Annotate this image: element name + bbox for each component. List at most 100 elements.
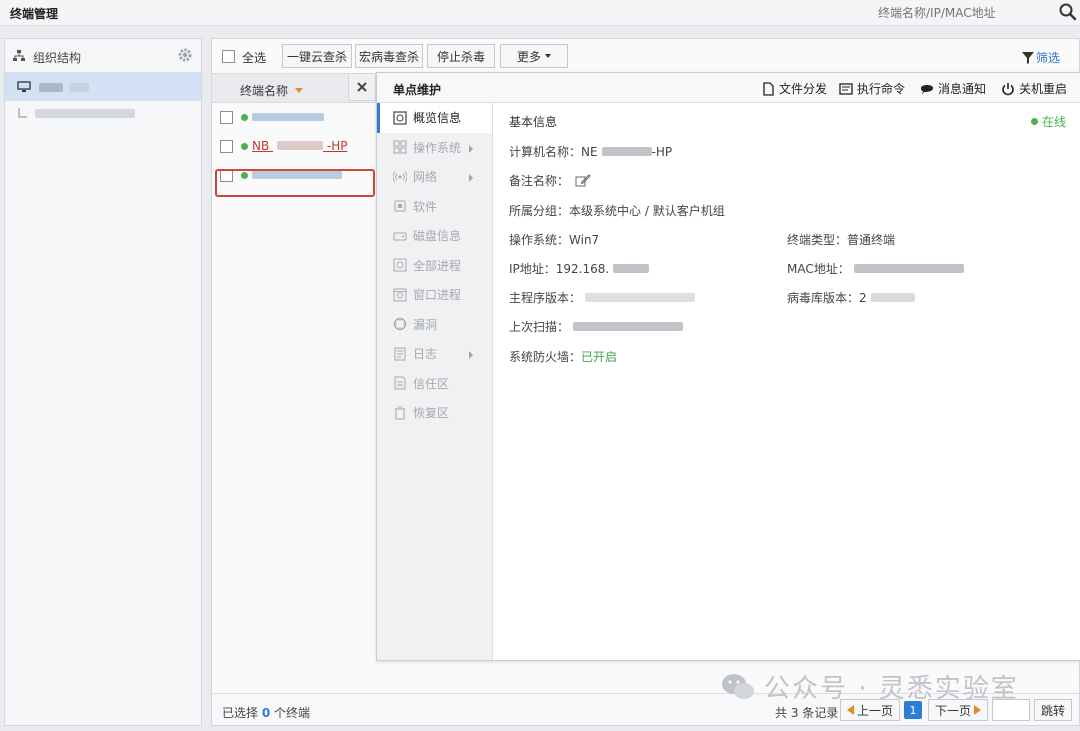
shutdown-restart-label: 关机重启	[1019, 82, 1068, 96]
macro-virus-scan-button[interactable]: 宏病毒查杀	[355, 44, 423, 68]
column-header-terminal-name: 终端名称	[240, 84, 289, 98]
row-checkbox[interactable]	[220, 111, 233, 124]
field-label: 终端类型：	[787, 233, 848, 247]
vulnerability-icon	[393, 318, 407, 331]
chat-bubble-icon	[921, 84, 933, 95]
field-label: 系统防火墙：	[509, 350, 582, 364]
close-detail-button[interactable]	[348, 73, 376, 101]
nav-item-label: 恢复区	[413, 406, 450, 421]
nav-item-overview[interactable]: 概览信息	[377, 103, 492, 133]
filter-button[interactable]: 筛选	[1022, 49, 1060, 66]
nav-item-all-processes[interactable]: 全部进程	[377, 251, 492, 281]
nav-item-label: 网络	[413, 170, 438, 185]
field-label: 病毒库版本：	[787, 291, 860, 305]
disk-icon	[393, 232, 407, 241]
select-all-checkbox[interactable]	[222, 50, 235, 63]
terminal-row[interactable]: NB -HP	[212, 132, 376, 161]
row-checkbox[interactable]	[220, 140, 233, 153]
watermark: 公众号 · 灵悉实验室	[720, 668, 1019, 705]
field-mac: MAC地址：	[787, 260, 964, 277]
shutdown-restart-button[interactable]: 关机重启	[1001, 80, 1067, 97]
execute-command-label: 执行命令	[857, 82, 906, 96]
nav-item-logs[interactable]: 日志	[377, 339, 492, 369]
cloud-scan-button[interactable]: 一键云查杀	[282, 44, 352, 68]
file-icon	[763, 81, 774, 96]
nav-item-label: 窗口进程	[413, 288, 462, 303]
org-tree-item[interactable]	[5, 73, 201, 101]
field-virus-db-version: 病毒库版本： 2	[787, 289, 915, 306]
more-label: 更多	[516, 49, 541, 64]
nav-item-window-processes[interactable]: 窗口进程	[377, 280, 492, 310]
org-tree-item[interactable]	[5, 101, 201, 129]
chevron-right-icon	[469, 144, 473, 153]
log-icon	[394, 347, 406, 361]
selection-highlight-box	[215, 169, 375, 197]
redacted-text	[853, 264, 964, 273]
software-icon	[394, 200, 406, 212]
selected-prefix: 已选择	[222, 706, 259, 720]
terminal-icon	[839, 82, 853, 95]
selected-count: 已选择 0 个终端	[222, 704, 310, 721]
status-text: 在线	[1042, 115, 1067, 129]
message-notify-button[interactable]: 消息通知	[920, 80, 986, 97]
field-label: IP地址：	[509, 262, 556, 276]
power-icon	[1002, 82, 1014, 95]
field-value: 普通终端	[847, 233, 896, 247]
field-os: 操作系统： Win7	[509, 231, 599, 248]
process-icon	[393, 258, 407, 272]
title-bar: 终端管理	[0, 0, 1080, 26]
nav-item-disk[interactable]: 磁盘信息	[377, 221, 492, 251]
jump-button[interactable]: 跳转	[1034, 699, 1073, 721]
field-value: 本级系统中心 / 默认客户机组	[569, 204, 725, 218]
more-button[interactable]: 更多	[500, 44, 568, 68]
edit-icon[interactable]	[575, 173, 591, 188]
terminal-list: 终端名称 NB -HP	[212, 73, 376, 693]
org-panel-header: 组织结构	[5, 39, 201, 73]
org-panel-title: 组织结构	[33, 51, 82, 65]
stop-kill-button[interactable]: 停止杀毒	[427, 44, 495, 68]
field-last-scan: 上次扫描：	[509, 318, 684, 335]
online-status-dot	[241, 114, 248, 121]
field-ip: IP地址： 192.168.	[509, 260, 650, 277]
windows-icon	[393, 140, 407, 154]
nav-item-restore-zone[interactable]: 恢复区	[377, 398, 492, 428]
terminal-row[interactable]	[212, 103, 376, 132]
redacted-text	[573, 322, 684, 331]
total-records: 共 3 条记录	[775, 706, 839, 720]
selected-number: 0	[261, 706, 271, 720]
field-value: 2	[859, 290, 867, 305]
gear-icon[interactable]	[177, 47, 193, 63]
caret-down-icon	[545, 54, 551, 58]
trust-icon	[394, 376, 406, 390]
computer-icon	[17, 81, 31, 92]
detail-nav: 概览信息 操作系统 网络 软件 磁盘信息 全部进程 窗口进程 漏洞 日志 信任区…	[377, 103, 493, 660]
search-input[interactable]	[870, 2, 1080, 24]
nav-item-label: 磁盘信息	[413, 229, 462, 244]
redacted-terminal-name[interactable]	[252, 113, 324, 121]
redacted-text	[35, 109, 135, 118]
online-status-dot	[1031, 118, 1038, 125]
field-label: 计算机名称：	[509, 145, 582, 159]
field-firewall: 系统防火墙： 已开启	[509, 348, 617, 365]
field-value: Win7	[569, 232, 600, 247]
nav-item-software[interactable]: 软件	[377, 192, 492, 222]
detail-header: 单点维护 文件分发 执行命令 消息通知 关机重启	[377, 73, 1080, 103]
nav-item-os[interactable]: 操作系统	[377, 133, 492, 163]
close-icon	[357, 82, 367, 92]
arrow-left-icon	[847, 705, 854, 715]
online-status-dot	[241, 143, 248, 150]
nav-item-vulnerabilities[interactable]: 漏洞	[377, 310, 492, 340]
field-label: 上次扫描：	[509, 320, 570, 334]
window-title: 终端管理	[10, 7, 59, 21]
redacted-text	[39, 83, 63, 92]
nav-item-label: 信任区	[413, 376, 450, 391]
nav-item-network[interactable]: 网络	[377, 162, 492, 192]
execute-command-button[interactable]: 执行命令	[839, 80, 905, 97]
select-all-label: 全选	[242, 51, 267, 65]
search-icon[interactable]	[1058, 2, 1078, 22]
terminal-name-link[interactable]: NB -HP	[252, 139, 347, 153]
file-distribute-button[interactable]: 文件分发	[761, 80, 827, 97]
redacted-text	[69, 83, 89, 92]
file-distribute-label: 文件分发	[779, 82, 828, 96]
nav-item-trust-zone[interactable]: 信任区	[377, 369, 492, 399]
